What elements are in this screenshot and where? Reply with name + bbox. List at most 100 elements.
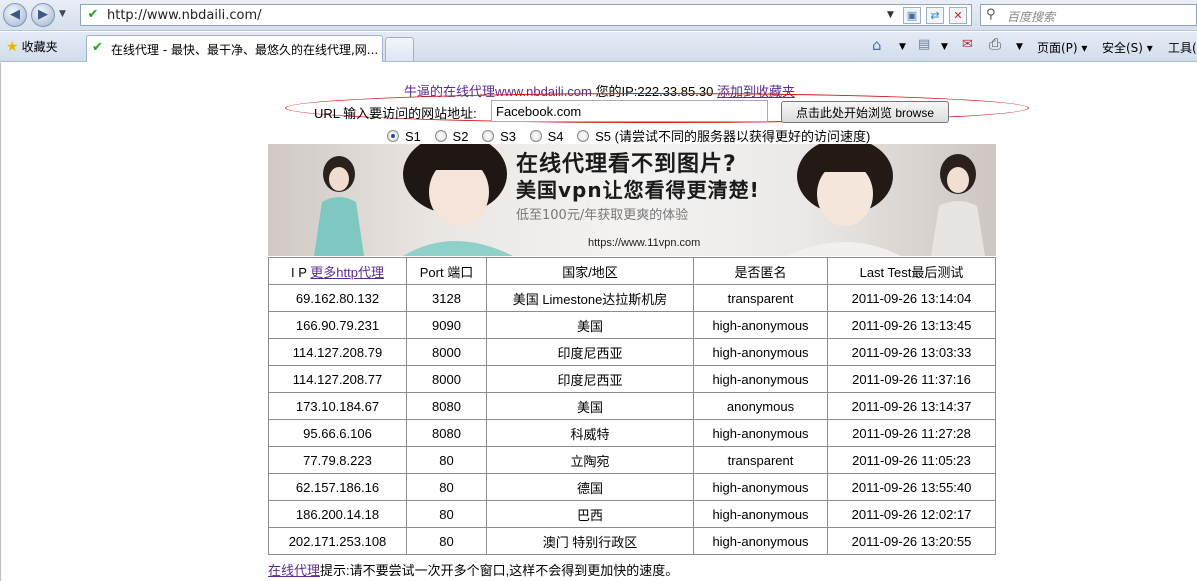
radio-icon[interactable] [529,130,542,142]
cell-port: 80 [406,527,487,555]
forward-icon[interactable]: ▶ [31,3,55,27]
server-label: S3 [500,129,516,144]
cell-anonymity: transparent [693,284,828,312]
col-last-test: Last Test最后测试 [827,257,996,285]
radio-icon[interactable] [577,130,590,142]
cell-country: 立陶宛 [486,446,694,474]
banner-figure-image [403,144,513,256]
cell-ip: 186.200.14.18 [268,500,407,528]
compatibility-view-icon[interactable]: ▣ [903,7,921,24]
banner-subheadline: 美国vpn让您看得更清楚! [516,178,760,202]
mail-icon[interactable]: ✉ [962,37,973,52]
table-header-row: I P 更多http代理 Port 端口 国家/地区 是否匿名 Last Tes… [268,257,996,285]
address-bar-row: ◀ ▶ ▼ ✔ http://www.nbdaili.com/ ▼ ▣ ⇄ ✕ … [0,0,1197,31]
cell-last-test: 2011-09-26 12:02:17 [827,500,996,528]
address-dropdown-icon[interactable]: ▼ [887,10,894,20]
online-proxy-link[interactable]: 在线代理 [268,563,320,578]
table-row: 77.79.8.223 80 立陶宛 transparent 2011-09-26 11… [268,446,996,474]
address-url[interactable]: http://www.nbdaili.com/ [107,8,261,23]
server-label: S2 [452,129,469,144]
print-icon[interactable]: ⎙ [989,35,1001,53]
search-placeholder: 百度搜索 [1007,10,1056,24]
feed-icon[interactable]: ▤ [918,37,930,52]
table-row: 186.200.14.18 80 巴西 high-anonymous 2011-09-2… [268,500,996,528]
banner-url: https://www.11vpn.com [588,237,701,249]
cell-anonymity: transparent [693,446,828,474]
menu-tools[interactable]: 工具( [1168,39,1197,56]
radio-selected-icon[interactable] [387,130,399,142]
cell-last-test: 2011-09-26 11:37:16 [827,365,996,393]
server-option-s1[interactable]: S1 [387,129,421,144]
cell-country: 美国 [486,392,694,420]
new-tab-button[interactable] [385,37,414,61]
cell-ip: 95.66.6.106 [268,419,407,447]
table-row: 166.90.79.231 9090 美国 high-anonymous 2011-09… [268,311,996,339]
table-row: 69.162.80.132 3128 美国 Limestone达拉斯机房 transp… [268,284,996,312]
history-dropdown-icon[interactable]: ▼ [59,9,66,19]
cell-last-test: 2011-09-26 11:05:23 [827,446,996,474]
server-option-s3[interactable]: S3 [482,129,516,144]
cell-port: 8080 [406,392,487,420]
feed-dropdown-icon[interactable]: ▼ [941,42,948,52]
cell-ip: 77.79.8.223 [268,446,407,474]
menu-page[interactable]: 页面(P) ▾ [1037,39,1087,56]
footer-text: 提示:请不要尝试一次开多个窗口,这样不会得到更加快的速度。 [320,563,679,578]
server-label: S1 [405,129,421,144]
cell-country: 印度尼西亚 [486,338,694,366]
cell-last-test: 2011-09-26 13:20:55 [827,527,996,555]
cell-ip: 166.90.79.231 [268,311,407,339]
menu-tools-label: 工具( [1168,41,1197,55]
search-icon: ⚲ [986,7,996,22]
vpn-ad-banner[interactable]: 在线代理看不到图片? 美国vpn让您看得更清楚! 低至100元/年获取更爽的体验… [268,144,996,256]
browse-button[interactable]: 点击此处开始浏览 browse [781,101,949,123]
table-row: 202.171.253.108 80 澳门 特别行政区 high-anonymous 2… [268,527,996,555]
server-label: S5 [595,129,612,144]
radio-icon[interactable] [434,130,447,142]
home-icon[interactable]: ⌂ [872,36,882,54]
col-ip-label: I P [291,264,307,280]
menu-safety[interactable]: 安全(S) ▾ [1102,39,1153,56]
banner-figure-image [931,154,985,256]
cell-port: 3128 [406,284,487,312]
server-option-s4[interactable]: S4 [529,129,564,144]
table-row: 173.10.184.67 8080 美国 anonymous 2011-09-26 1… [268,392,996,420]
cell-anonymity: high-anonymous [693,527,828,555]
col-anonymity: 是否匿名 [693,257,828,285]
cell-last-test: 2011-09-26 13:55:40 [827,473,996,501]
url-input[interactable] [491,100,768,122]
cell-port: 8000 [406,338,487,366]
menu-safety-label: 安全(S) [1102,41,1143,55]
cell-ip: 62.157.186.16 [268,473,407,501]
cell-port: 9090 [406,311,487,339]
cell-port: 80 [406,500,487,528]
address-field[interactable]: ✔ http://www.nbdaili.com/ ▼ ▣ ⇄ ✕ [80,4,972,26]
banner-price: 低至100元/年获取更爽的体验 [516,208,689,223]
table-row: 114.127.208.79 8000 印度尼西亚 high-anonymous 201… [268,338,996,366]
table-row: 114.127.208.77 8000 印度尼西亚 high-anonymous 201… [268,365,996,393]
cell-port: 8080 [406,419,487,447]
cell-anonymity: high-anonymous [693,473,828,501]
server-option-s2[interactable]: S2 [434,129,469,144]
stop-icon[interactable]: ✕ [949,7,967,24]
cell-anonymity: high-anonymous [693,338,828,366]
tab-favicon-icon: ✔ [92,40,103,55]
col-country: 国家/地区 [486,257,694,285]
cell-last-test: 2011-09-26 13:14:37 [827,392,996,420]
banner-figure-image [787,144,901,256]
server-option-s5[interactable]: S5 [577,129,611,144]
cell-country: 印度尼西亚 [486,365,694,393]
home-dropdown-icon[interactable]: ▼ [899,42,906,52]
print-dropdown-icon[interactable]: ▼ [1016,42,1023,52]
server-hint: (请尝试不同的服务器以获得更好的访问速度) [614,129,871,144]
url-label: URL 输入要访问的网站地址: [314,106,477,121]
radio-icon[interactable] [482,130,495,142]
favorites-button[interactable]: ★ 收藏夹 [6,38,58,55]
menu-page-label: 页面(P) [1037,41,1078,55]
more-http-proxy-link[interactable]: 更多http代理 [310,265,384,280]
refresh-icon[interactable]: ⇄ [926,7,944,24]
tab-bar: ★ 收藏夹 ✔ 在线代理 - 最快、最干净、最悠久的在线代理,网... ⌂ ▼ ▤… [0,32,1197,62]
search-input[interactable]: ⚲ 百度搜索 [980,4,1197,26]
col-port: Port 端口 [406,257,487,285]
tab-active[interactable]: ✔ 在线代理 - 最快、最干净、最悠久的在线代理,网... [86,35,383,62]
back-icon[interactable]: ◀ [3,3,27,27]
